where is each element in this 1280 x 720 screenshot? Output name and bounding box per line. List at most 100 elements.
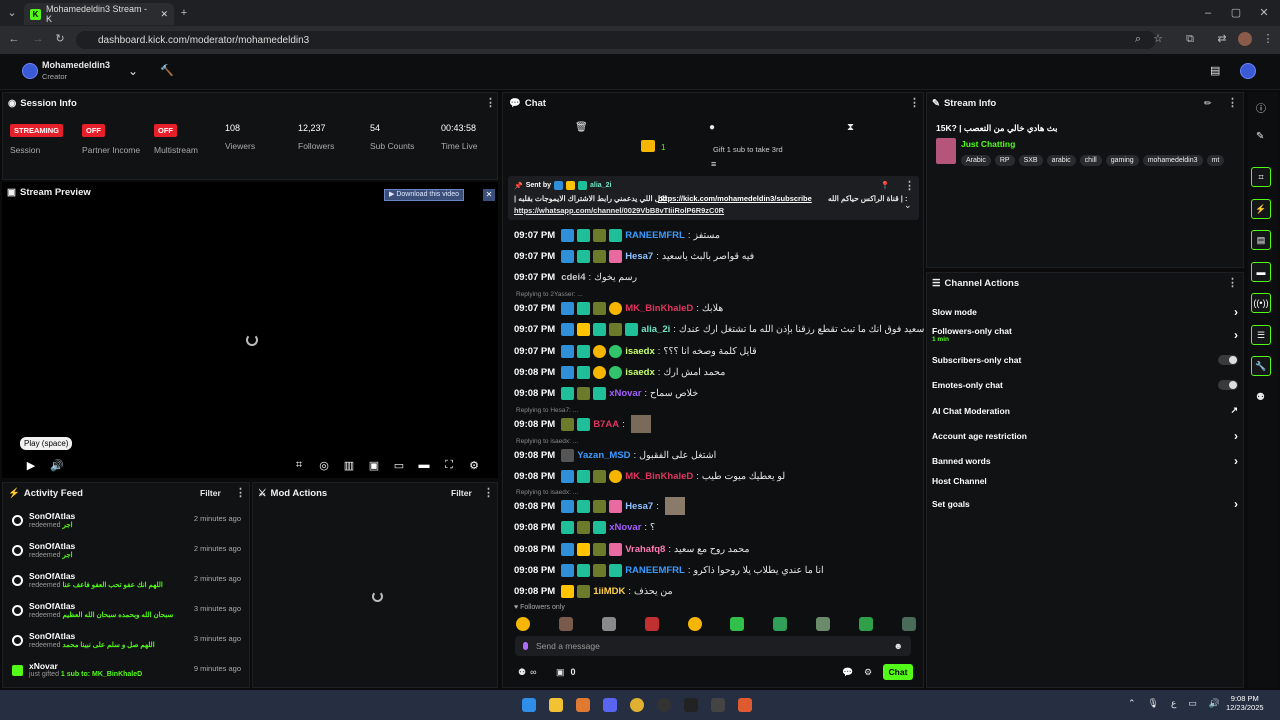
- pinned-expand-chevron-icon[interactable]: ⌄: [904, 200, 912, 211]
- emote-icon[interactable]: [773, 617, 788, 631]
- rail-people-icon[interactable]: ⚉: [1256, 392, 1265, 403]
- channel-actions-menu-icon[interactable]: ⋮: [1227, 278, 1238, 289]
- brave-icon[interactable]: [738, 698, 752, 712]
- playback-speed-icon[interactable]: ◎: [317, 459, 331, 472]
- settings-gear-icon[interactable]: ⚙: [467, 459, 481, 472]
- emote-icon[interactable]: [601, 617, 616, 631]
- url-field[interactable]: dashboard.kick.com/moderator/mohamedeldi…: [76, 31, 1156, 49]
- hammer-icon[interactable]: 🔨: [160, 64, 174, 77]
- channel-switch-chevron-icon[interactable]: ⌄: [128, 64, 138, 78]
- slow-mode-row[interactable]: Slow mode ›: [932, 305, 1238, 319]
- rail-bolt-icon[interactable]: ⚡: [1251, 199, 1271, 219]
- set-goals-row[interactable]: Set goals ›: [932, 497, 1238, 511]
- play-icon[interactable]: ▶: [24, 459, 38, 472]
- browser-tab[interactable]: K Mohamedeldin3 Stream - K ✕: [24, 3, 174, 25]
- subscribe-link[interactable]: https://kick.com/mohamedeldin3/subscribe: [658, 194, 812, 203]
- app-icon[interactable]: [576, 698, 590, 712]
- bookmark-star-icon[interactable]: ☆: [1150, 32, 1166, 46]
- window-close-icon[interactable]: ✕: [1256, 6, 1272, 20]
- forward-icon[interactable]: →: [30, 32, 46, 46]
- send-chat-button[interactable]: Chat: [883, 664, 913, 680]
- pinned-menu-icon[interactable]: ⋮: [904, 181, 915, 192]
- volume-icon[interactable]: 🔊: [50, 459, 64, 472]
- chat-bubble-small-icon[interactable]: 💬: [842, 667, 853, 678]
- rail-broadcast-icon[interactable]: ((•)): [1251, 293, 1271, 313]
- start-icon[interactable]: [522, 698, 536, 712]
- chat-menu-icon[interactable]: ⋮: [909, 98, 920, 109]
- download-close-icon[interactable]: ✕: [483, 189, 495, 201]
- display-icon[interactable]: ▭: [1188, 698, 1197, 709]
- layout-icon[interactable]: ▤: [1210, 64, 1220, 77]
- zoom-icon[interactable]: ⌕: [1130, 32, 1146, 46]
- rail-stream-icon[interactable]: ⌗: [1251, 167, 1271, 187]
- back-icon[interactable]: ←: [6, 32, 22, 46]
- channel-avatar[interactable]: [22, 63, 38, 79]
- volume-tray-icon[interactable]: 🔊: [1209, 698, 1220, 709]
- ai-moderation-row[interactable]: AI Chat Moderation ↗: [932, 405, 1238, 416]
- rail-document-icon[interactable]: ▤: [1251, 230, 1271, 250]
- theater-mode-icon[interactable]: ▬: [417, 459, 431, 471]
- trash-icon[interactable]: 🗑: [575, 122, 588, 133]
- extensions-icon[interactable]: ⧉: [1182, 32, 1198, 46]
- rail-sliders-icon[interactable]: ☰: [1251, 325, 1271, 345]
- rail-chat-icon[interactable]: ▬: [1251, 262, 1271, 282]
- profile-avatar[interactable]: [1238, 32, 1252, 46]
- collapse-icon[interactable]: ≡: [711, 159, 716, 169]
- rail-tool-icon[interactable]: 🔧: [1251, 356, 1271, 376]
- banned-words-row[interactable]: Banned words ›: [932, 454, 1238, 468]
- session-menu-icon[interactable]: ⋮: [485, 98, 496, 109]
- emote-icon[interactable]: [816, 617, 831, 631]
- steam-icon[interactable]: [684, 698, 698, 712]
- emote-icon[interactable]: [687, 617, 702, 631]
- emotes-only-toggle[interactable]: [1218, 380, 1238, 390]
- stats-icon[interactable]: ▥: [342, 459, 356, 472]
- chat-options-icon[interactable]: ●: [709, 122, 715, 133]
- maximize-icon[interactable]: ▢: [1228, 6, 1244, 20]
- user-avatar[interactable]: [1240, 63, 1256, 79]
- mod-filter-button[interactable]: Filter: [451, 488, 472, 498]
- stream-info-menu-icon[interactable]: ⋮: [1227, 98, 1238, 109]
- cast-icon[interactable]: ⇄: [1214, 32, 1230, 46]
- chat-settings-icon[interactable]: ⚙: [864, 667, 872, 678]
- minimize-icon[interactable]: –: [1200, 6, 1216, 20]
- keyboard-icon[interactable]: ع: [1171, 698, 1176, 709]
- crop-icon[interactable]: ⌗: [292, 459, 306, 472]
- category-name[interactable]: Just Chatting: [961, 139, 1015, 149]
- unpin-icon[interactable]: 📍: [880, 181, 890, 190]
- fullscreen-icon[interactable]: ⛶: [442, 459, 456, 472]
- whatsapp-link[interactable]: https://whatsapp.com/channel/0029VbB8vTI…: [514, 206, 724, 215]
- emote-icon[interactable]: [516, 617, 530, 631]
- chat-input[interactable]: Send a message ☻: [515, 636, 911, 656]
- pip-icon[interactable]: ▣: [367, 459, 381, 472]
- chrome-icon[interactable]: [630, 698, 644, 712]
- file-explorer-icon[interactable]: [549, 698, 563, 712]
- hourglass-icon[interactable]: ⧗: [847, 122, 854, 133]
- emote-icon[interactable]: [558, 617, 573, 631]
- emote-icon[interactable]: [859, 617, 873, 631]
- activity-menu-icon[interactable]: ⋮: [235, 488, 246, 499]
- host-channel-row[interactable]: Host Channel: [932, 476, 1238, 486]
- discord-icon[interactable]: [603, 698, 617, 712]
- new-tab-icon[interactable]: +: [176, 6, 192, 20]
- reload-icon[interactable]: ↻: [52, 32, 68, 46]
- emote-icon[interactable]: [644, 617, 659, 631]
- clock[interactable]: 9:08 PM 12/23/2025: [1226, 694, 1264, 712]
- subscribers-only-toggle[interactable]: [1218, 355, 1238, 365]
- pencil-icon[interactable]: ✎: [1256, 131, 1264, 142]
- mic-tray-icon[interactable]: 🎙: [1148, 698, 1159, 709]
- followers-only-row[interactable]: Followers-only chat 1 min ›: [932, 326, 1238, 343]
- tray-chevron-icon[interactable]: ⌃: [1128, 698, 1136, 709]
- emoji-icon[interactable]: ☻: [894, 641, 903, 651]
- download-video-button[interactable]: ▶ Download this video: [384, 189, 464, 201]
- browser-menu-icon[interactable]: ⋮: [1260, 32, 1276, 46]
- tab-search-icon[interactable]: ⌄: [4, 6, 20, 20]
- activity-filter-button[interactable]: Filter: [200, 488, 221, 498]
- emote-icon[interactable]: [901, 617, 916, 631]
- info-icon[interactable]: ⓘ: [1256, 100, 1266, 115]
- app-icon[interactable]: [711, 698, 725, 712]
- tab-close-icon[interactable]: ✕: [160, 9, 168, 20]
- emote-icon[interactable]: [730, 617, 745, 631]
- account-age-row[interactable]: Account age restriction ›: [932, 429, 1238, 443]
- mod-menu-icon[interactable]: ⋮: [483, 488, 494, 499]
- clip-icon[interactable]: ▭: [392, 459, 406, 472]
